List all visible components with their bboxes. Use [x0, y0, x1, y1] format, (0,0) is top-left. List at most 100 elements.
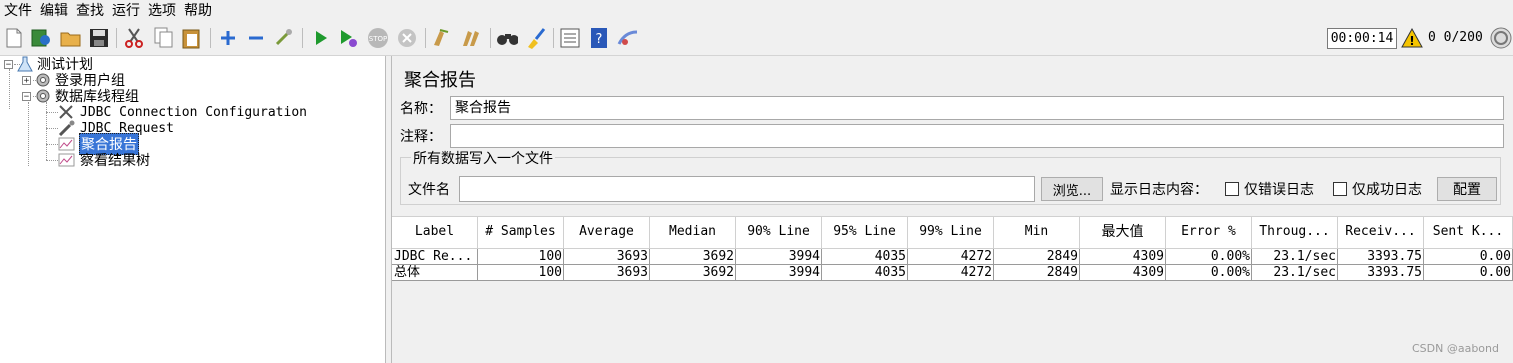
expand-icon[interactable]: + — [22, 75, 31, 85]
new-icon[interactable] — [3, 27, 25, 49]
name-field[interactable]: 聚合报告 — [450, 96, 1504, 120]
column-header[interactable]: 99% Line — [908, 217, 994, 248]
stop-icon[interactable]: STOP — [367, 27, 389, 49]
browse-button[interactable]: 浏览... — [1041, 177, 1103, 201]
column-header[interactable]: 95% Line — [822, 217, 908, 248]
thread-group-icon — [34, 72, 52, 88]
cell: 0.00% — [1166, 249, 1252, 264]
errors-only-label: 仅错误日志 — [1244, 182, 1314, 198]
warning-count: 0 0/200 — [1428, 28, 1483, 48]
cell: 2849 — [994, 249, 1080, 264]
templates-icon[interactable] — [30, 27, 52, 49]
menu-bar: 文件 编辑 查找 运行 选项 帮助 — [0, 0, 1513, 22]
column-header[interactable]: Throug... — [1252, 217, 1338, 248]
paste-icon[interactable] — [181, 27, 203, 49]
cell: 3994 — [736, 265, 822, 280]
config-element-icon — [58, 104, 76, 120]
column-header[interactable]: # Samples — [478, 217, 564, 248]
panel-title: 聚合报告 — [404, 70, 476, 91]
toolbar: STOP ? 00:00:14 ! 0 0/200 — [0, 22, 1513, 56]
aggregate-report-panel: 聚合报告 名称： 聚合报告 注释： 所有数据写入一个文件 文件名 浏览... 显… — [392, 56, 1513, 363]
expand-all-icon[interactable] — [217, 27, 239, 49]
cell: JDBC Re... — [392, 249, 478, 264]
start-icon[interactable] — [310, 27, 332, 49]
column-header[interactable]: Average — [564, 217, 650, 248]
configure-button[interactable]: 配置 — [1437, 177, 1497, 201]
elapsed-timer: 00:00:14 — [1327, 28, 1397, 49]
results-table: Label # Samples Average Median 90% Line … — [392, 216, 1513, 281]
clear-icon[interactable] — [430, 27, 452, 49]
search-icon[interactable] — [496, 27, 518, 49]
toggle-icon[interactable] — [273, 27, 295, 49]
errors-only-checkbox[interactable] — [1225, 182, 1239, 196]
cell: 100 — [478, 249, 564, 264]
collapse-icon[interactable]: − — [4, 59, 13, 69]
cell: 3393.75 — [1338, 265, 1424, 280]
sampler-icon — [58, 120, 76, 137]
collapse-icon[interactable]: − — [22, 91, 31, 101]
thread-status-icon[interactable] — [1490, 27, 1512, 49]
cell: 3994 — [736, 249, 822, 264]
function-helper-icon[interactable] — [559, 27, 581, 49]
group-title: 所有数据写入一个文件 — [411, 148, 555, 168]
save-icon[interactable] — [88, 27, 110, 49]
log-content-label: 显示日志内容： — [1110, 182, 1208, 198]
column-header[interactable]: Sent K... — [1424, 217, 1513, 248]
column-header[interactable]: Receiv... — [1338, 217, 1424, 248]
clear-all-icon[interactable] — [460, 27, 482, 49]
comment-field[interactable] — [450, 124, 1504, 148]
filename-input[interactable] — [459, 176, 1035, 202]
cell: 23.1/sec — [1252, 265, 1338, 280]
menu-help[interactable]: 帮助 — [180, 0, 216, 22]
cell: 0.00 — [1424, 265, 1513, 280]
menu-file[interactable]: 文件 — [0, 0, 36, 22]
cell: 23.1/sec — [1252, 249, 1338, 264]
start-no-pauses-icon[interactable] — [337, 27, 359, 49]
cell: 0.00 — [1424, 249, 1513, 264]
collapse-all-icon[interactable] — [245, 27, 267, 49]
cell: 4309 — [1080, 249, 1166, 264]
listener-icon — [58, 152, 76, 168]
menu-edit[interactable]: 编辑 — [36, 0, 72, 22]
listener-icon — [58, 136, 76, 152]
column-header[interactable]: Min — [994, 217, 1080, 248]
thread-group-icon — [34, 88, 52, 104]
help-icon[interactable]: ? — [588, 27, 610, 49]
test-plan-tree: − 测试计划 + 登录用户组 − 数据库线程组 JDBC Connection … — [0, 56, 385, 363]
tree-item-db-group[interactable]: − 数据库线程组 — [22, 88, 140, 105]
column-header[interactable]: 最大值 — [1080, 217, 1166, 248]
tree-item-jdbc-connection[interactable]: JDBC Connection Configuration — [58, 104, 308, 120]
column-header[interactable]: Error % — [1166, 217, 1252, 248]
cell: 4309 — [1080, 265, 1166, 280]
tree-item-label: 察看结果树 — [80, 153, 150, 169]
copy-icon[interactable] — [153, 27, 175, 49]
column-header[interactable]: 90% Line — [736, 217, 822, 248]
tree-item-results-tree[interactable]: 察看结果树 — [58, 152, 151, 169]
cell: 4272 — [908, 265, 994, 280]
cell: 3693 — [564, 265, 650, 280]
warning-icon[interactable]: ! — [1401, 27, 1423, 49]
cell: 100 — [478, 265, 564, 280]
cut-icon[interactable] — [123, 27, 145, 49]
menu-run[interactable]: 运行 — [108, 0, 144, 22]
cell: 总体 — [392, 265, 478, 280]
open-icon[interactable] — [60, 27, 82, 49]
table-header: Label # Samples Average Median 90% Line … — [392, 216, 1513, 249]
menu-options[interactable]: 选项 — [144, 0, 180, 22]
filename-label: 文件名 — [408, 182, 450, 198]
success-only-checkbox[interactable] — [1333, 182, 1347, 196]
name-row: 名称： 聚合报告 — [400, 95, 1504, 121]
name-label: 名称： — [400, 101, 442, 117]
pane-splitter[interactable] — [385, 56, 392, 363]
column-header[interactable]: Median — [650, 217, 736, 248]
reset-search-icon[interactable] — [524, 27, 546, 49]
shutdown-icon[interactable] — [396, 27, 418, 49]
menu-search[interactable]: 查找 — [72, 0, 108, 22]
column-header[interactable]: Label — [392, 217, 478, 248]
cell: 4035 — [822, 249, 908, 264]
table-row[interactable]: 总体 100 3693 3692 3994 4035 4272 2849 430… — [392, 265, 1513, 281]
table-row[interactable]: JDBC Re... 100 3693 3692 3994 4035 4272 … — [392, 249, 1513, 265]
test-plan-icon — [16, 56, 34, 72]
remote-icon[interactable] — [617, 27, 639, 49]
active-threads: 0/200 — [1443, 30, 1483, 45]
